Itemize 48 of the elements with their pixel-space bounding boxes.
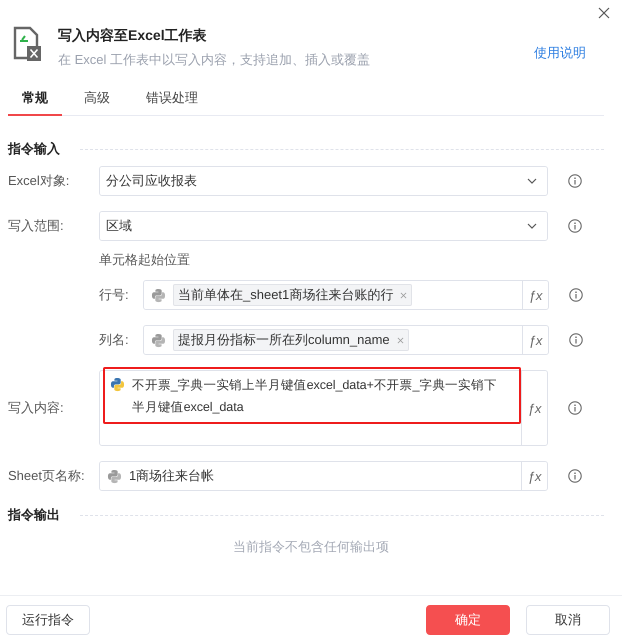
dropdown-field[interactable]: 区域	[99, 211, 548, 241]
expression-text: 不开票_字典一实销上半月键值excel_data+不开票_字典一实销下半月键值excel_data	[132, 377, 498, 416]
dropdown-field[interactable]: 分公司应收报表	[99, 166, 548, 196]
formula-button[interactable]: ƒx	[522, 326, 548, 354]
field-label: 行号:	[99, 286, 130, 304]
section-title: 指令输出	[8, 506, 60, 524]
run-button[interactable]: 运行指令	[6, 605, 90, 635]
variable-tag: 当前单体在_sheet1商场往来台账的行	[173, 284, 412, 306]
cancel-button[interactable]: 取消	[526, 605, 610, 635]
python-icon	[110, 377, 125, 392]
expression-field[interactable]: 1商场往来台帐 ƒx	[99, 461, 548, 491]
formula-button[interactable]: ƒx	[522, 281, 548, 309]
excel-file-icon	[12, 26, 42, 62]
expression-field[interactable]: 不开票_字典一实销上半月键值excel_data+不开票_字典一实销下半月键值excel_data ƒx	[99, 370, 548, 446]
chevron-down-icon	[527, 223, 537, 229]
dialog-title: 写入内容至Excel工作表	[58, 27, 208, 45]
info-icon[interactable]	[568, 469, 582, 483]
section-title: 指令输入	[8, 140, 60, 158]
chevron-down-icon	[527, 178, 537, 184]
field-label: Sheet页名称:	[8, 467, 86, 485]
group-label: 单元格起始位置	[99, 251, 191, 269]
field-label: Excel对象:	[8, 172, 70, 190]
variable-tag: 提报月份指标一所在列column_name	[173, 329, 409, 351]
python-icon	[151, 332, 166, 348]
close-icon[interactable]	[598, 7, 610, 19]
dialog-subtitle: 在 Excel 工作表中以写入内容，支持追加、插入或覆盖	[58, 51, 372, 69]
expression-field[interactable]: 当前单体在_sheet1商场往来台账的行 ƒx	[143, 280, 549, 310]
field-label: 列名:	[99, 331, 130, 349]
formula-button[interactable]: ƒx	[521, 371, 547, 445]
info-icon[interactable]	[569, 288, 583, 302]
formula-button[interactable]: ƒx	[521, 462, 547, 490]
tab[interactable]: 错误处理	[132, 85, 212, 116]
field-label: 写入内容:	[8, 399, 65, 417]
info-icon[interactable]	[568, 219, 582, 233]
expression-text: 1商场往来台帐	[129, 467, 214, 485]
info-icon[interactable]	[568, 174, 582, 188]
info-icon[interactable]	[569, 333, 583, 347]
field-label: 写入范围:	[8, 217, 65, 235]
python-icon	[107, 468, 122, 484]
remove-icon[interactable]	[396, 336, 404, 344]
empty-message: 当前指令不包含任何输出项	[232, 538, 390, 556]
tab[interactable]: 常规	[8, 85, 62, 116]
expression-field[interactable]: 提报月份指标一所在列column_name ƒx	[143, 325, 549, 355]
help-link[interactable]: 使用说明	[534, 44, 586, 62]
python-icon	[151, 288, 166, 302]
tab[interactable]: 高级	[70, 85, 124, 116]
info-icon[interactable]	[568, 401, 582, 415]
remove-icon[interactable]	[400, 292, 408, 298]
